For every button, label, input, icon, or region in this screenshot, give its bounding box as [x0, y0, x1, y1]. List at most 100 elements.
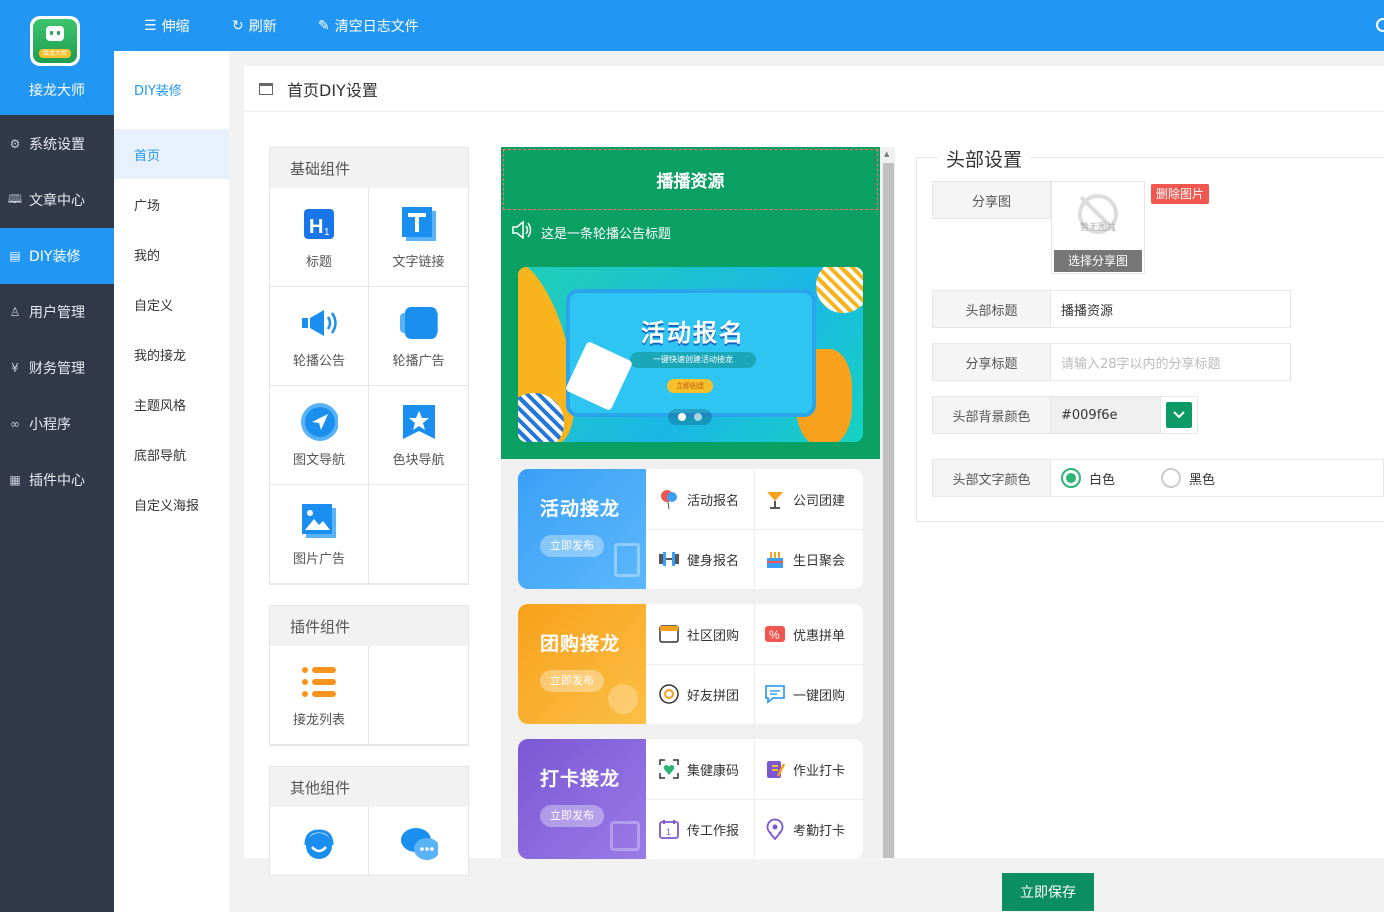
- user-icon: ♙: [9, 305, 21, 319]
- card-group-buy[interactable]: 团购接龙 立即发布 社区团购 % 优惠拼单 好友拼团 一键团购: [518, 604, 863, 724]
- card-item-health-code[interactable]: 集健康码: [648, 739, 756, 799]
- coupon-icon: %: [764, 623, 786, 645]
- card-item-community-buy[interactable]: 社区团购: [648, 604, 756, 664]
- preview-scrollbar-thumb[interactable]: [883, 163, 894, 858]
- preview-header-title[interactable]: 播播资源: [503, 149, 878, 210]
- page-title: 首页DIY设置: [287, 80, 378, 100]
- homework-icon: [764, 758, 786, 780]
- brand-area[interactable]: 接龙大师 接龙大师: [0, 0, 114, 115]
- subnav-item-square[interactable]: 广场: [114, 179, 229, 229]
- message-icon: [764, 683, 786, 705]
- scroll-up-arrow[interactable]: ▲: [884, 150, 889, 158]
- card-item-birthday-party[interactable]: 生日聚会: [754, 529, 862, 589]
- component-chat[interactable]: [369, 807, 468, 875]
- settings-legend: 头部设置: [938, 145, 1031, 172]
- subnav-item-custom[interactable]: 自定义: [114, 279, 229, 329]
- svg-text:1: 1: [324, 227, 330, 238]
- share-image-label: 分享图: [932, 181, 1051, 219]
- subnav-item-poster[interactable]: 自定义海报: [114, 479, 229, 529]
- window-icon: [259, 82, 273, 95]
- text-color-label: 头部文字颜色: [932, 459, 1051, 497]
- delete-image-button[interactable]: 删除图片: [1151, 184, 1209, 204]
- component-text-link[interactable]: 文字链接: [369, 188, 468, 287]
- component-notice[interactable]: 轮播公告: [270, 287, 369, 386]
- svg-text:H: H: [309, 216, 323, 238]
- location-pin-icon: [764, 818, 786, 840]
- bg-color-input[interactable]: #009f6e: [1051, 396, 1161, 434]
- component-customer-service[interactable]: [270, 807, 369, 875]
- card-item-activity-signup[interactable]: 活动报名: [648, 469, 756, 529]
- component-block-nav[interactable]: 色块导航: [369, 386, 468, 485]
- card-item-team-building[interactable]: 公司团建: [754, 469, 862, 529]
- card-activity[interactable]: 活动接龙 立即发布 活动报名 公司团建 健身报名 生日聚会: [518, 469, 863, 589]
- subnav-item-mine[interactable]: 我的: [114, 229, 229, 279]
- panel-title: 基础组件: [270, 148, 468, 188]
- clipboard-decoration: [614, 543, 640, 577]
- card-item-discount-split[interactable]: % 优惠拼单: [754, 604, 862, 664]
- compass-icon: [300, 402, 338, 441]
- subnav-item-theme[interactable]: 主题风格: [114, 379, 229, 429]
- card-item-one-click-buy[interactable]: 一键团购: [754, 664, 862, 724]
- book-icon: 🕮: [7, 191, 23, 206]
- carousel-dot[interactable]: [694, 413, 702, 421]
- radio-white[interactable]: [1061, 468, 1081, 488]
- subnav-item-home[interactable]: 首页: [114, 129, 229, 179]
- store-icon: [658, 623, 680, 645]
- card-title: 团购接龙: [540, 633, 621, 655]
- chevron-down-icon: [1166, 402, 1192, 428]
- cake-icon: [764, 548, 786, 570]
- preview-notice[interactable]: 这是一条轮播公告标题: [511, 220, 671, 242]
- yen-icon: ¥: [11, 361, 19, 375]
- sidebar-item-diy[interactable]: ▤ DIY装修: [0, 228, 114, 284]
- choose-share-image-button[interactable]: 选择分享图: [1054, 250, 1142, 272]
- cocktail-icon: [764, 488, 786, 510]
- picture-icon: [300, 502, 338, 540]
- subnav-item-bottom-nav[interactable]: 底部导航: [114, 429, 229, 479]
- save-button[interactable]: 立即保存: [1002, 873, 1094, 911]
- card-publish-button[interactable]: 立即发布: [540, 805, 604, 827]
- card-item-work-report[interactable]: 1 传工作报: [648, 799, 756, 859]
- sidebar-item-finance[interactable]: ¥ 财务管理: [0, 340, 114, 396]
- sidebar-item-users[interactable]: ♙ 用户管理: [0, 284, 114, 340]
- card-item-fitness-signup[interactable]: 健身报名: [648, 529, 756, 589]
- collapse-button[interactable]: ☰ 伸缩: [144, 0, 190, 51]
- card-publish-button[interactable]: 立即发布: [540, 535, 604, 557]
- component-image-nav[interactable]: 图文导航: [270, 386, 369, 485]
- component-image-ad[interactable]: 图片广告: [270, 485, 369, 584]
- carousel-dots[interactable]: [668, 409, 712, 425]
- component-jielong-list[interactable]: 接龙列表: [270, 646, 369, 745]
- settings-icon[interactable]: [1376, 18, 1384, 32]
- header-title-input[interactable]: 播播资源: [1051, 290, 1291, 328]
- gear-icon: ⚙: [9, 137, 21, 151]
- top-bar: [114, 0, 1384, 51]
- sidebar-item-plugins[interactable]: ▦ 插件中心: [0, 452, 114, 508]
- grid-icon: ▦: [9, 473, 21, 487]
- sidebar-item-articles[interactable]: 🕮 文章中心: [0, 172, 114, 228]
- star-badge-icon: [400, 403, 438, 441]
- component-title[interactable]: H1 标题: [270, 188, 369, 287]
- share-image-picker[interactable]: 暂无图片 选择分享图: [1051, 181, 1145, 274]
- sidebar-item-system-settings[interactable]: ⚙ 系统设置: [0, 116, 114, 172]
- card-item-friend-group[interactable]: 好友拼团: [648, 664, 756, 724]
- carousel-dot-active[interactable]: [678, 413, 686, 421]
- card-item-attendance[interactable]: 考勤打卡: [754, 799, 862, 859]
- panel-title: 插件组件: [270, 606, 468, 646]
- color-picker-trigger[interactable]: [1161, 396, 1198, 434]
- banner-title: 活动报名: [641, 319, 745, 347]
- card-publish-button[interactable]: 立即发布: [540, 670, 604, 692]
- component-carousel-ad[interactable]: 轮播广告: [369, 287, 468, 386]
- refresh-button[interactable]: ↻ 刷新: [232, 0, 277, 51]
- people-decoration: [608, 684, 638, 714]
- card-item-homework-checkin[interactable]: 作业打卡: [754, 739, 862, 799]
- card-check-in[interactable]: 打卡接龙 立即发布 集健康码 作业打卡 1 传工作报 考勤打卡: [518, 739, 863, 859]
- heading-icon: H1: [300, 205, 338, 243]
- card-lead: 团购接龙 立即发布: [518, 604, 646, 724]
- share-title-input[interactable]: 请输入28字以内的分享标题: [1051, 343, 1291, 381]
- clear-logs-button[interactable]: ✎ 清空日志文件: [318, 0, 419, 51]
- sidebar-item-miniprogram[interactable]: ∞ 小程序: [0, 396, 114, 452]
- subnav-item-my-jielong[interactable]: 我的接龙: [114, 329, 229, 379]
- share-title-label: 分享标题: [932, 343, 1051, 381]
- balloon-icon: [658, 488, 680, 510]
- radio-black[interactable]: [1161, 468, 1182, 488]
- preview-banner[interactable]: 活动报名 一键快速创建活动接龙 立即创建: [518, 267, 863, 442]
